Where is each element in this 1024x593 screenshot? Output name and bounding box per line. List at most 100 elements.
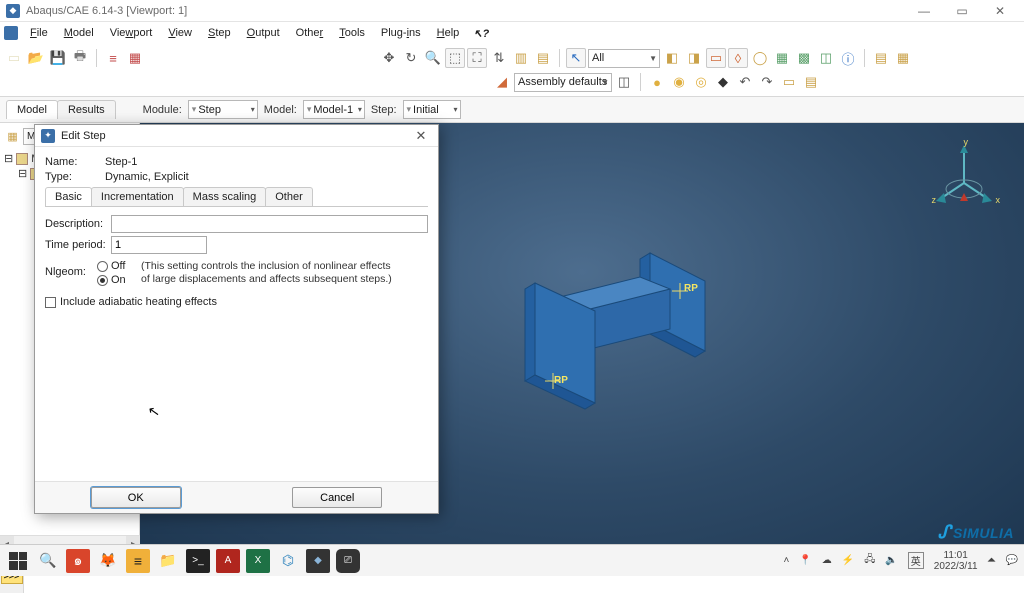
assembly-select[interactable]: Assembly defaults▼ — [514, 73, 612, 92]
dialog-title: Edit Step — [61, 130, 106, 142]
zoom-icon[interactable]: 🔍 — [423, 48, 443, 68]
tab-basic[interactable]: Basic — [45, 187, 92, 206]
sel-opt1-icon[interactable]: ◧ — [662, 48, 682, 68]
menu-tools[interactable]: Tools — [331, 24, 373, 42]
menu-model[interactable]: Model — [56, 24, 102, 42]
model-db-icon[interactable]: ▦ — [125, 48, 145, 68]
main-toolbar: ▭ 📂 💾 🖶 ≡ ▦ ✥ ↻ 🔍 ⬚ ⛶ ⇅ ▥ ▤ ↖ All▼ ◧ ◨ ▭… — [0, 44, 1024, 97]
dialog-icon: ✦ — [41, 129, 55, 143]
model-select[interactable]: ▾Model-1▾ — [303, 100, 365, 119]
sel-rect-icon[interactable]: ▭ — [706, 48, 726, 68]
adiabatic-checkbox[interactable] — [45, 297, 56, 308]
menu-view[interactable]: View — [160, 24, 200, 42]
info-icon[interactable]: ⓘ — [838, 48, 858, 68]
pan-icon[interactable]: ✥ — [379, 48, 399, 68]
cycle-views-icon[interactable]: ⇅ — [489, 48, 509, 68]
render2-icon[interactable]: ◉ — [669, 72, 689, 92]
undo-view-icon[interactable]: ↶ — [735, 72, 755, 92]
layout2-icon[interactable]: ▦ — [893, 48, 913, 68]
render3-icon[interactable]: ◎ — [691, 72, 711, 92]
zoom-box-icon[interactable]: ⬚ — [445, 48, 465, 68]
tab-mass-scaling[interactable]: Mass scaling — [183, 187, 267, 206]
tray-chevron-icon[interactable]: ˄ — [783, 555, 789, 566]
description-input[interactable] — [111, 215, 428, 233]
render4-icon[interactable]: ◆ — [713, 72, 733, 92]
tray-pin-icon[interactable]: 📍 — [799, 555, 811, 566]
manager3-icon[interactable]: ◫ — [816, 48, 836, 68]
menu-help[interactable]: Help — [429, 24, 468, 42]
context-bar: Model Results Module: ▾Step▾ Model: ▾Mod… — [0, 97, 1024, 123]
search-icon[interactable]: 🔍 — [36, 549, 60, 573]
minimize-button[interactable]: — — [906, 1, 942, 21]
sel-circle-icon[interactable]: ◯ — [750, 48, 770, 68]
new-icon[interactable]: ▭ — [4, 48, 24, 68]
nlgeom-on-radio[interactable]: On — [97, 274, 141, 286]
menu-viewport[interactable]: Viewport — [102, 24, 161, 42]
query-icon[interactable]: ▭ — [779, 72, 799, 92]
module-label: Module: — [143, 104, 182, 116]
selection-filter-value: All — [592, 52, 604, 64]
dialog-close-button[interactable]: ✕ — [410, 128, 432, 144]
start-button[interactable] — [6, 549, 30, 573]
task-firefox[interactable]: 🦊 — [96, 549, 120, 573]
sel-poly-icon[interactable]: ◊ — [728, 48, 748, 68]
select-arrow-icon[interactable]: ↖ — [566, 48, 586, 68]
tab-model[interactable]: Model — [6, 100, 58, 119]
task-excel[interactable]: X — [246, 549, 270, 573]
sel-opt2-icon[interactable]: ◨ — [684, 48, 704, 68]
tab-results[interactable]: Results — [57, 100, 116, 119]
annotate-icon[interactable]: ▤ — [801, 72, 821, 92]
tray-vol-icon[interactable]: 🔈 — [885, 555, 897, 566]
print-icon[interactable]: 🖶 — [70, 48, 90, 68]
menu-step[interactable]: Step — [200, 24, 239, 42]
selection-filter[interactable]: All▼ — [588, 49, 660, 68]
close-button[interactable]: ✕ — [982, 1, 1018, 21]
nlgeom-off-radio[interactable]: Off — [97, 260, 141, 272]
task-pdf[interactable]: A — [216, 549, 240, 573]
module-select[interactable]: ▾Step▾ — [188, 100, 258, 119]
task-vscode[interactable]: ⌬ — [276, 549, 300, 573]
task-terminal[interactable]: >_ — [186, 549, 210, 573]
menu-file[interactable]: File — [22, 24, 56, 42]
color-sync-icon[interactable]: ◫ — [614, 72, 634, 92]
tray-cloud-icon[interactable]: ☁ — [822, 555, 832, 566]
tray-ime-icon[interactable]: 英 — [908, 552, 924, 569]
ok-button[interactable]: OK — [91, 487, 181, 508]
save-icon[interactable]: 💾 — [48, 48, 68, 68]
task-app1[interactable]: ๑ — [66, 549, 90, 573]
step-select[interactable]: ▾Initial▾ — [403, 100, 461, 119]
whats-this-icon[interactable]: ↖? — [473, 27, 489, 40]
app-icon: ◆ — [6, 4, 20, 18]
task-capture[interactable]: ⎚ — [336, 549, 360, 573]
tray-notify-icon[interactable]: 💬 — [1006, 555, 1018, 566]
time-period-input[interactable] — [111, 236, 207, 254]
rotate-icon[interactable]: ↻ — [401, 48, 421, 68]
redo-view-icon[interactable]: ↷ — [757, 72, 777, 92]
menu-other[interactable]: Other — [288, 24, 332, 42]
tray-monitor-icon[interactable]: ⏶ — [988, 555, 996, 566]
open-icon[interactable]: 📂 — [26, 48, 46, 68]
layout1-icon[interactable]: ▤ — [871, 48, 891, 68]
tray-net-icon[interactable]: 🖧 — [864, 552, 875, 569]
tab-incrementation[interactable]: Incrementation — [91, 187, 184, 206]
tray-bolt-icon[interactable]: ⚡ — [842, 555, 854, 566]
manager2-icon[interactable]: ▩ — [794, 48, 814, 68]
tab-other[interactable]: Other — [265, 187, 313, 206]
perspective-icon[interactable]: ▥ — [511, 48, 531, 68]
maximize-button[interactable]: ▭ — [944, 1, 980, 21]
menu-plugins[interactable]: Plug-ins — [373, 24, 429, 42]
cancel-button[interactable]: Cancel — [292, 487, 382, 508]
tree-btn1[interactable]: ▦ — [4, 127, 21, 145]
task-sublime[interactable]: ≡ — [126, 549, 150, 573]
tray-clock[interactable]: 11:012022/3/11 — [934, 550, 978, 572]
color-mode-icon[interactable]: ◢ — [492, 72, 512, 92]
task-abaqus[interactable]: ◆ — [306, 549, 330, 573]
iso-view-icon[interactable]: ▤ — [533, 48, 553, 68]
menu-output[interactable]: Output — [239, 24, 288, 42]
fit-view-icon[interactable]: ⛶ — [467, 48, 487, 68]
render1-icon[interactable]: ● — [647, 72, 667, 92]
manager1-icon[interactable]: ▦ — [772, 48, 792, 68]
task-explorer[interactable]: 📁 — [156, 549, 180, 573]
app-menu-icon — [4, 26, 18, 40]
database-icon[interactable]: ≡ — [103, 48, 123, 68]
